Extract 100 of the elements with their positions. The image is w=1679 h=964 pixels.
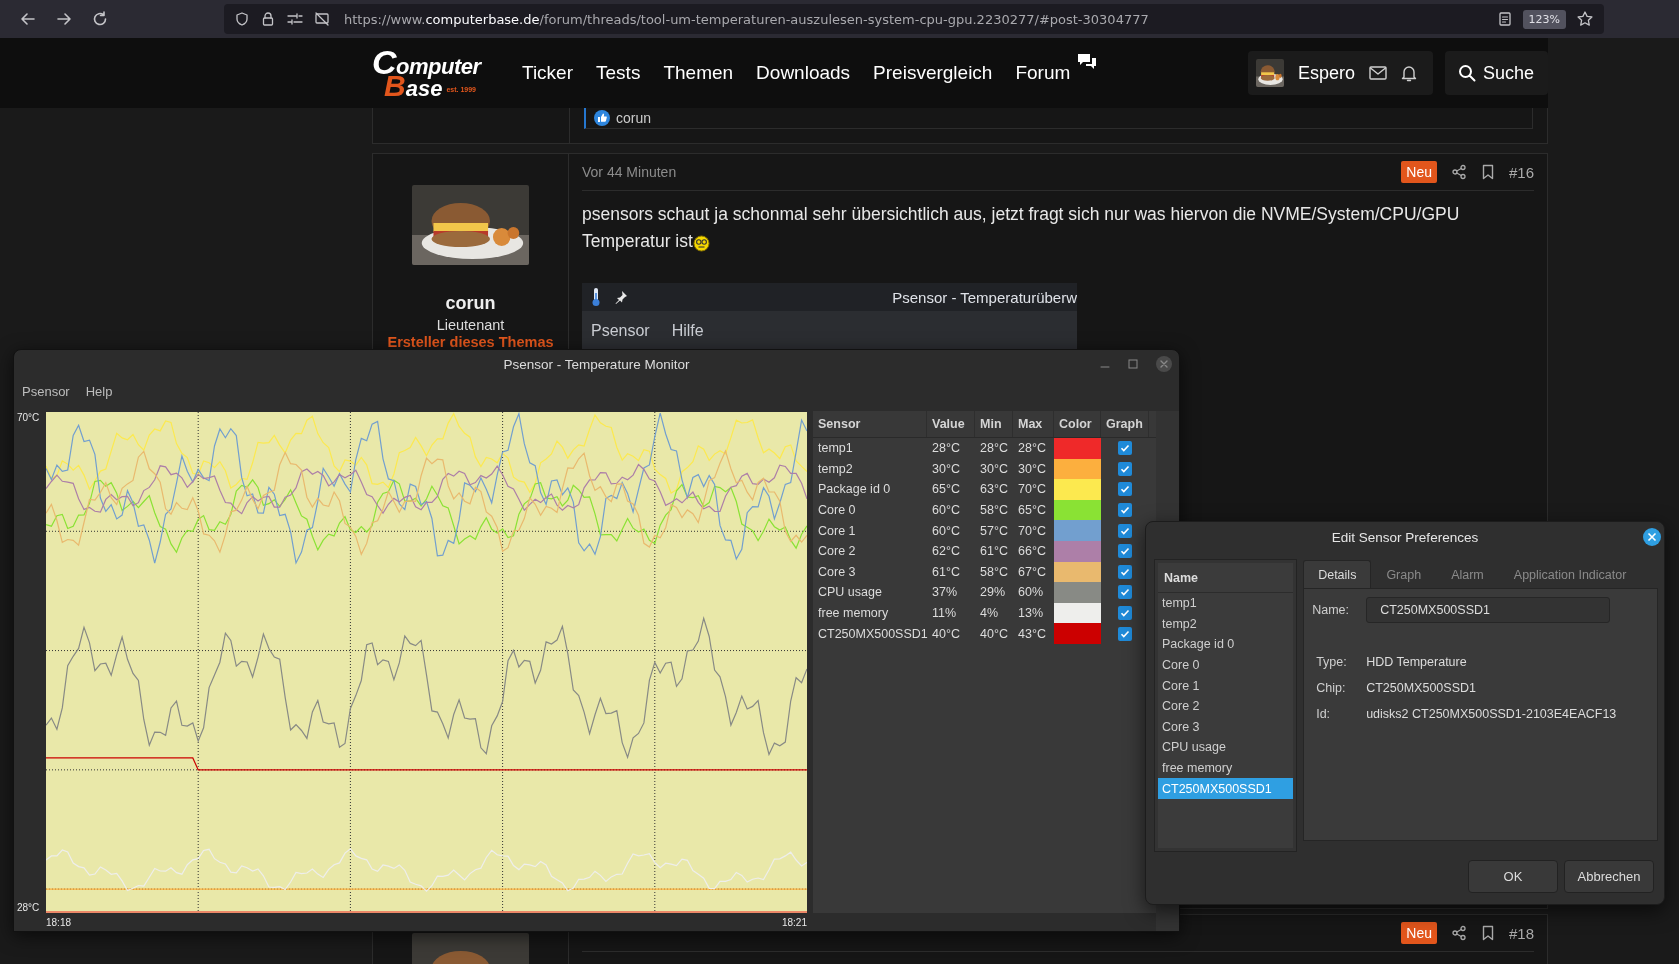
window-title: Psensor - Temperature Monitor xyxy=(503,356,690,372)
tab[interactable]: Graph xyxy=(1371,560,1437,588)
dialog-title: Edit Sensor Preferences xyxy=(1331,530,1479,545)
list-item[interactable]: temp2 xyxy=(1158,613,1294,635)
axis-label: 70°C xyxy=(17,412,41,423)
check-icon xyxy=(1120,443,1130,454)
checkbox[interactable] xyxy=(1118,441,1132,456)
checkbox[interactable] xyxy=(1118,606,1132,621)
table-cell-text: 40°C xyxy=(979,626,1009,641)
color-swatch[interactable] xyxy=(1054,438,1101,459)
check-icon xyxy=(1120,525,1130,536)
table-cell-text: 28°C xyxy=(1017,441,1047,456)
list-item[interactable]: Core 2 xyxy=(1158,695,1294,717)
table-cell-text: 63°C xyxy=(979,482,1009,497)
color-swatch[interactable] xyxy=(1054,479,1101,500)
back-icon[interactable] xyxy=(19,10,37,28)
post-time[interactable]: Vor 44 Minuten xyxy=(582,164,677,180)
checkbox[interactable] xyxy=(1118,626,1132,641)
checkbox[interactable] xyxy=(1118,482,1132,497)
list-item[interactable]: CPU usage xyxy=(1158,737,1294,758)
share-icon[interactable] xyxy=(1450,164,1467,180)
table-cell-text: 29% xyxy=(979,585,1007,600)
star-icon[interactable] xyxy=(1576,10,1594,28)
color-swatch[interactable] xyxy=(1054,582,1101,603)
share-icon[interactable] xyxy=(1450,925,1467,941)
tab[interactable]: Application Indicator xyxy=(1498,560,1642,588)
bookmark-icon[interactable] xyxy=(1480,925,1495,941)
checkbox[interactable] xyxy=(1118,523,1132,538)
color-swatch[interactable] xyxy=(1054,458,1101,480)
close-button[interactable] xyxy=(1643,528,1661,546)
column-header[interactable]: Color xyxy=(1054,411,1101,437)
envelope-icon[interactable] xyxy=(1368,66,1387,80)
tab[interactable]: Details xyxy=(1303,560,1372,588)
column-header[interactable]: Value xyxy=(927,411,975,437)
list-item[interactable]: free memory xyxy=(1158,757,1294,779)
sliders-icon[interactable] xyxy=(286,11,304,27)
author-name[interactable]: corun xyxy=(445,293,496,314)
table-cell-text: 4% xyxy=(979,606,1000,621)
color-swatch[interactable] xyxy=(1054,520,1101,541)
checkbox[interactable] xyxy=(1118,544,1132,559)
field-value: HDD Temperature xyxy=(1366,654,1468,671)
bell-icon[interactable] xyxy=(1400,64,1417,82)
menu-item[interactable]: Psensor xyxy=(22,384,70,400)
table-cell-text: temp1 xyxy=(817,441,854,456)
reload-icon[interactable] xyxy=(91,10,109,28)
url-text[interactable]: https://www.computerbase.de/forum/threads/tool-um-temperaturen-auszulesen-system-cpu-gpu.2230277/#post-30304777 xyxy=(344,11,1149,27)
search-button[interactable]: Suche xyxy=(1444,51,1548,95)
color-swatch[interactable] xyxy=(1054,602,1101,624)
forward-icon[interactable] xyxy=(55,10,73,28)
checkbox[interactable] xyxy=(1118,461,1132,476)
table-cell-text: Core 2 xyxy=(817,544,857,559)
crossed-screen-icon[interactable] xyxy=(314,11,330,27)
reaction-user[interactable]: corun xyxy=(616,110,652,126)
account-bar[interactable]: Espero xyxy=(1247,51,1433,95)
list-item[interactable]: Core 3 xyxy=(1158,716,1294,738)
checkbox[interactable] xyxy=(1118,564,1132,579)
column-header[interactable]: Sensor xyxy=(813,411,927,437)
column-header[interactable]: Min xyxy=(975,411,1013,437)
tab[interactable]: Alarm xyxy=(1436,560,1499,588)
checkbox[interactable] xyxy=(1118,585,1132,600)
page-icon[interactable] xyxy=(1496,11,1513,27)
check-icon xyxy=(1120,608,1130,619)
checkbox[interactable] xyxy=(1118,503,1132,518)
nav-link[interactable]: Themen xyxy=(663,62,734,84)
table-cell-text: 57°C xyxy=(979,523,1009,538)
post-number[interactable]: #16 xyxy=(1508,163,1534,181)
zoom-level[interactable]: 123% xyxy=(1522,9,1566,29)
input-field[interactable]: CT250MX500SSD1 xyxy=(1366,597,1611,623)
list-item[interactable]: Core 0 xyxy=(1158,654,1294,676)
bookmark-icon[interactable] xyxy=(1480,164,1495,180)
table-cell-text: 58°C xyxy=(979,503,1009,518)
column-header[interactable]: Graph xyxy=(1101,411,1149,437)
nav-link[interactable]: Tests xyxy=(596,62,641,84)
nav-link[interactable]: Downloads xyxy=(756,62,851,84)
maximize-icon[interactable] xyxy=(1127,358,1139,370)
table-cell-text: Package id 0 xyxy=(817,482,892,497)
list-item[interactable]: temp1 xyxy=(1158,593,1294,614)
dialog-button[interactable]: OK xyxy=(1468,860,1558,893)
table-cell-text: 30°C xyxy=(1017,461,1047,476)
dialog-button[interactable]: Abbrechen xyxy=(1564,860,1654,893)
color-swatch[interactable] xyxy=(1054,623,1101,644)
post-number[interactable]: #18 xyxy=(1508,924,1534,942)
color-swatch[interactable] xyxy=(1054,540,1101,562)
color-swatch[interactable] xyxy=(1054,561,1101,583)
table-cell-text: 58°C xyxy=(979,564,1009,579)
username[interactable]: Espero xyxy=(1297,62,1355,84)
post-text-line: Temperatur ist xyxy=(582,230,693,253)
nav-link[interactable]: Forum xyxy=(1015,62,1071,84)
list-item[interactable]: Package id 0 xyxy=(1158,634,1294,655)
menu-item[interactable]: Help xyxy=(85,384,113,400)
table-cell-text: 30°C xyxy=(979,461,1009,476)
column-header[interactable]: Max xyxy=(1013,411,1054,437)
list-item[interactable]: Core 1 xyxy=(1158,675,1294,696)
new-badge: Neu xyxy=(1401,161,1437,183)
nav-link[interactable]: Preisvergleich xyxy=(873,62,993,84)
nav-link[interactable]: Ticker xyxy=(522,62,574,84)
color-swatch[interactable] xyxy=(1054,499,1101,521)
column-header[interactable]: Name xyxy=(1158,563,1294,593)
lock-icon xyxy=(260,11,276,27)
table-cell-text: free memory xyxy=(817,606,890,621)
